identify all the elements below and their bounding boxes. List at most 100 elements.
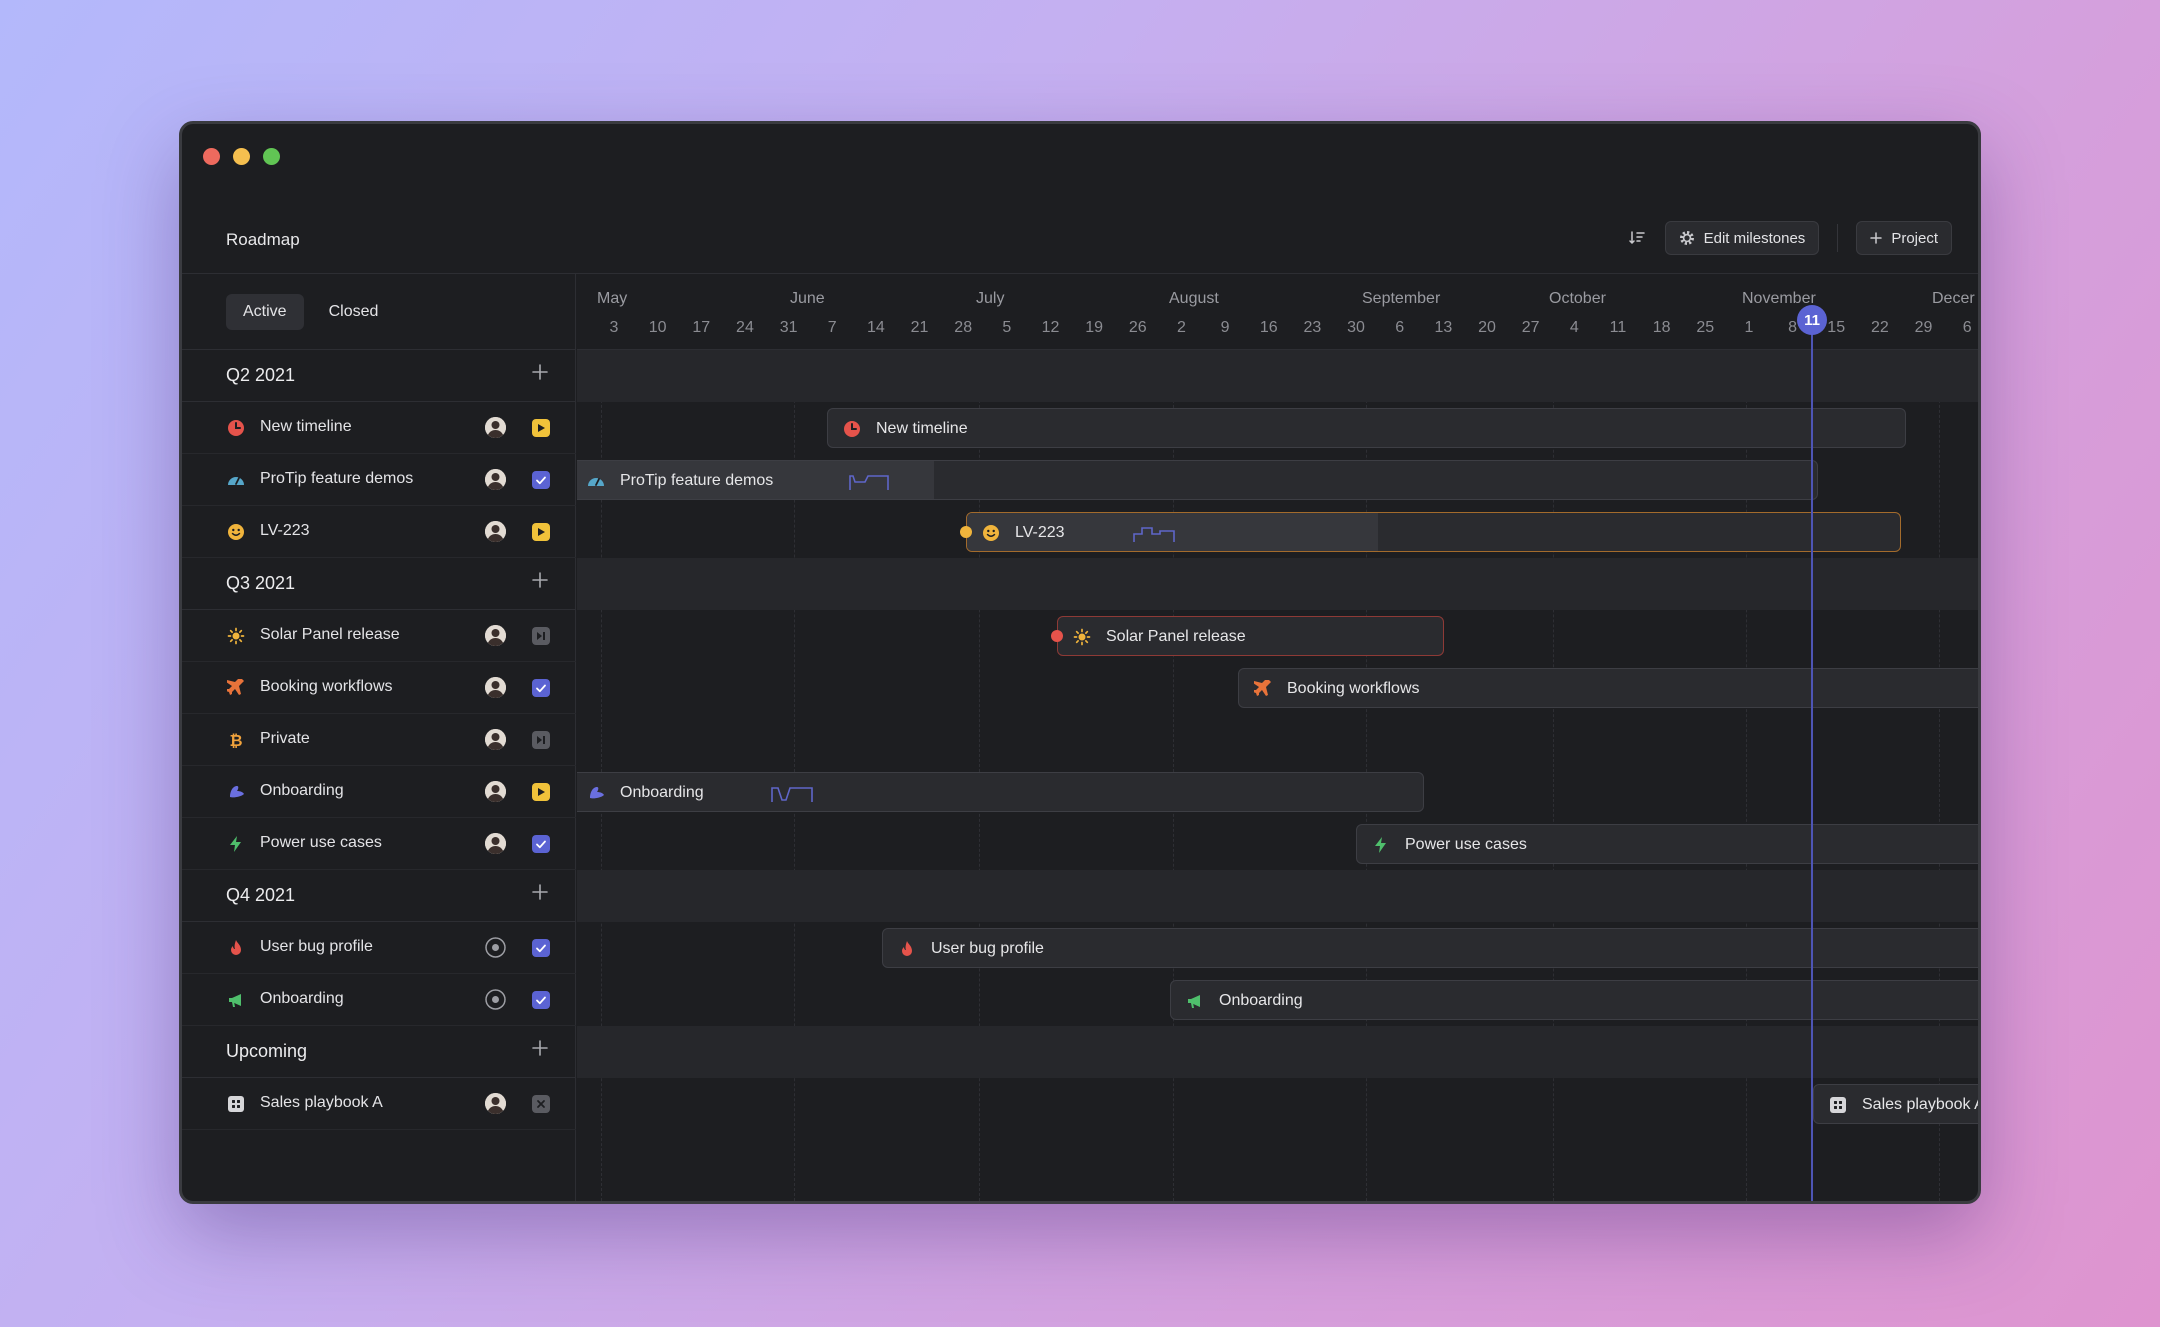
add-to-group-button[interactable] <box>532 1040 548 1061</box>
timeline-bar[interactable]: Onboarding <box>577 772 1424 812</box>
assignee-placeholder-icon[interactable] <box>485 989 506 1010</box>
avatar[interactable] <box>485 677 506 698</box>
project-row[interactable]: ProTip feature demos <box>182 454 576 506</box>
sun-icon <box>1072 627 1092 647</box>
timeline-bar[interactable]: ProTip feature demos <box>577 460 1818 500</box>
day-label: 15 <box>1827 319 1846 336</box>
add-to-group-button[interactable] <box>532 884 548 905</box>
timeline-bar[interactable]: New timeline <box>827 408 1906 448</box>
add-project-button[interactable]: Project <box>1856 221 1952 255</box>
project-row[interactable]: ₿ Private <box>182 714 576 766</box>
add-to-group-button[interactable] <box>532 364 548 385</box>
toolbar-divider <box>1837 224 1839 252</box>
day-label: 25 <box>1696 319 1715 336</box>
status-skip-icon[interactable] <box>532 731 550 749</box>
status-check-icon[interactable] <box>532 471 550 489</box>
status-check-icon[interactable] <box>532 835 550 853</box>
milestone-marker[interactable] <box>1051 630 1063 642</box>
day-label: 6 <box>1395 319 1405 336</box>
project-row[interactable]: Power use cases <box>182 818 576 870</box>
timeline-bar[interactable]: LV-223 <box>966 512 1901 552</box>
timeline-bar[interactable]: Booking workflows <box>1238 668 1978 708</box>
group-band <box>577 350 1978 402</box>
gauge-icon <box>226 470 246 490</box>
day-label: 17 <box>692 319 711 336</box>
maximize-window-button[interactable] <box>263 148 280 165</box>
tab-closed[interactable]: Closed <box>312 294 396 330</box>
activity-sparkline <box>1132 523 1176 550</box>
minimize-window-button[interactable] <box>233 148 250 165</box>
edit-milestones-button[interactable]: Edit milestones <box>1664 221 1820 255</box>
assignee-placeholder-icon[interactable] <box>485 937 506 958</box>
milestone-marker[interactable] <box>960 526 972 538</box>
day-label: 1 <box>1744 319 1754 336</box>
avatar[interactable] <box>485 521 506 542</box>
day-label: 11 <box>1609 319 1627 336</box>
activity-sparkline <box>848 471 892 498</box>
bar-label: User bug profile <box>931 940 1044 957</box>
avatar[interactable] <box>485 417 506 438</box>
bar-label: ProTip feature demos <box>620 472 774 489</box>
project-row[interactable]: Sales playbook A <box>182 1078 576 1130</box>
svg-text:₿: ₿ <box>229 731 242 749</box>
timeline-bar[interactable]: Solar Panel release <box>1057 616 1444 656</box>
bar-label: New timeline <box>876 420 968 437</box>
smile-icon <box>981 523 1001 543</box>
bar-label: Power use cases <box>1405 836 1527 853</box>
day-label: 3 <box>609 319 619 336</box>
sort-button[interactable] <box>1623 221 1651 255</box>
megaphone-icon <box>1185 991 1205 1011</box>
status-check-icon[interactable] <box>532 991 550 1009</box>
flame-icon <box>226 938 246 958</box>
timeline-bar[interactable]: Sales playbook A <box>1813 1084 1978 1124</box>
timeline-scale: May June July August September October Novembe… <box>577 274 1978 350</box>
timeline-bar[interactable]: User bug profile <box>882 928 1978 968</box>
group-band <box>577 558 1978 610</box>
day-label: 27 <box>1521 319 1540 336</box>
status-check-icon[interactable] <box>532 679 550 697</box>
project-name: Onboarding <box>260 990 344 1007</box>
status-check-icon[interactable] <box>532 939 550 957</box>
plane-icon <box>1253 679 1273 699</box>
day-label: 13 <box>1434 319 1453 336</box>
avatar[interactable] <box>485 625 506 646</box>
status-play-icon[interactable] <box>532 419 550 437</box>
group-header: Q2 2021 <box>182 350 576 402</box>
day-label: 2 <box>1176 319 1186 336</box>
avatar[interactable] <box>485 1093 506 1114</box>
hat-icon <box>226 782 246 802</box>
project-row[interactable]: Booking workflows <box>182 662 576 714</box>
avatar[interactable] <box>485 469 506 490</box>
status-play-icon[interactable] <box>532 783 550 801</box>
project-row[interactable]: New timeline <box>182 402 576 454</box>
flame-icon <box>897 939 917 959</box>
project-row[interactable]: Onboarding <box>182 974 576 1026</box>
plus-icon <box>1870 232 1883 244</box>
status-play-icon[interactable] <box>532 523 550 541</box>
project-row[interactable]: User bug profile <box>182 922 576 974</box>
project-name: Power use cases <box>260 834 382 851</box>
close-window-button[interactable] <box>203 148 220 165</box>
timeline-bar[interactable]: Onboarding <box>1170 980 1978 1020</box>
project-name: ProTip feature demos <box>260 470 414 487</box>
add-to-group-button[interactable] <box>532 572 548 593</box>
month-label: Decer <box>1932 290 1975 307</box>
group-header: Q3 2021 <box>182 558 576 610</box>
month-label: August <box>1169 290 1219 307</box>
month-label: September <box>1362 290 1441 307</box>
tab-active[interactable]: Active <box>226 293 304 330</box>
timeline-bar[interactable]: Power use cases <box>1356 824 1978 864</box>
group-label: Q4 2021 <box>226 885 296 905</box>
status-skip-icon[interactable] <box>532 627 550 645</box>
project-row[interactable]: Onboarding <box>182 766 576 818</box>
month-label: October <box>1549 290 1606 307</box>
avatar[interactable] <box>485 729 506 750</box>
group-header: Q4 2021 <box>182 870 576 922</box>
status-x-icon[interactable] <box>532 1095 550 1113</box>
avatar[interactable] <box>485 833 506 854</box>
project-row[interactable]: Solar Panel release <box>182 610 576 662</box>
sort-icon <box>1628 231 1645 245</box>
plane-icon <box>226 678 246 698</box>
project-row[interactable]: LV-223 <box>182 506 576 558</box>
avatar[interactable] <box>485 781 506 802</box>
